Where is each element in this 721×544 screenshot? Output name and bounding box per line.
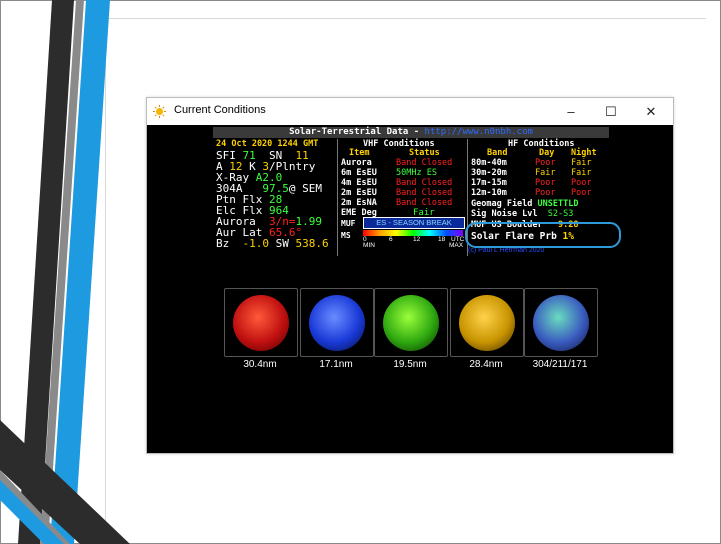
- minimize-button[interactable]: –: [551, 98, 591, 125]
- hf-night: Poor: [571, 188, 592, 198]
- vhf-status: 50MHz ES: [396, 168, 437, 178]
- hf-band: 17m-15m: [471, 178, 507, 188]
- window-title: Current Conditions: [174, 104, 266, 116]
- signoise-row: Sig Noise Lvl S2-S3: [471, 209, 574, 219]
- banner-title: Solar-Terrestrial Data -: [289, 127, 425, 137]
- vhf-item: 2m EsNA: [341, 198, 377, 208]
- hf-day: Fair: [535, 168, 556, 178]
- es-season-indicator: ES - SEASON BREAK: [363, 217, 465, 229]
- close-button[interactable]: ✕: [631, 98, 671, 125]
- sun-label: 28.4nm: [469, 359, 503, 370]
- maximize-button[interactable]: ☐: [591, 98, 631, 125]
- sun-app-icon: [153, 105, 166, 118]
- hf-band: 30m-20m: [471, 168, 507, 178]
- banner-url[interactable]: http://www.n0nbh.com: [425, 127, 533, 137]
- banner-datetime: 24 Oct 2020 1244 GMT: [216, 139, 319, 149]
- sun-image-17-1nm[interactable]: [300, 288, 374, 357]
- sun-label: 17.1nm: [319, 359, 353, 370]
- geomag-highlight-annotation: [465, 222, 621, 248]
- vhf-status: Band Closed: [396, 198, 453, 208]
- bz-row: Bz -1.0 SW 538.6: [216, 237, 329, 250]
- slide-inner-border-top: [106, 18, 706, 19]
- current-conditions-window: Current Conditions – ☐ ✕ Solar-Terrestri…: [146, 97, 674, 454]
- hf-band: 12m-10m: [471, 188, 507, 198]
- slide-decoration: [0, 0, 130, 544]
- geomag-row: Geomag Field UNSETTLD: [471, 199, 579, 209]
- hf-col-day: Day: [539, 148, 555, 158]
- banner-header: Solar-Terrestrial Data - http://www.n0nb…: [213, 127, 609, 138]
- vhf-item: 4m EsEU: [341, 178, 377, 188]
- sun-label: 304/211/171: [532, 359, 588, 370]
- hf-night: Fair: [571, 158, 592, 168]
- vhf-item: 2m EsEU: [341, 188, 377, 198]
- vhf-status: Band Closed: [396, 188, 453, 198]
- title-bar[interactable]: Current Conditions – ☐ ✕: [147, 98, 673, 125]
- hf-col-band: Band: [487, 148, 508, 158]
- window-content: Solar-Terrestrial Data - http://www.n0nb…: [147, 125, 673, 453]
- sun-disk: [459, 295, 515, 351]
- vhf-status: Band Closed: [396, 158, 453, 168]
- hf-night: Fair: [571, 168, 592, 178]
- vhf-item: Aurora: [341, 158, 372, 168]
- sun-disk: [309, 295, 365, 351]
- sun-disk: [233, 295, 289, 351]
- vhf-item: 6m EsEU: [341, 168, 377, 178]
- sun-label: 30.4nm: [243, 359, 277, 370]
- hf-day: Poor: [535, 178, 556, 188]
- sun-image-28-4nm[interactable]: [450, 288, 524, 357]
- sun-image-304-211-171[interactable]: [524, 288, 598, 357]
- sun-label: 19.5nm: [393, 359, 427, 370]
- banner-copyright: (c) Paul L Herrman 2020: [468, 247, 545, 254]
- hf-day: Poor: [535, 188, 556, 198]
- vhf-ms-label: MS: [341, 231, 351, 240]
- sun-disk: [383, 295, 439, 351]
- vhf-muf-label: MUF: [341, 219, 356, 228]
- hf-night: Poor: [571, 178, 592, 188]
- sun-disk: [533, 295, 589, 351]
- sun-image-30-4nm[interactable]: [224, 288, 298, 357]
- hf-day: Poor: [535, 158, 556, 168]
- hf-band: 80m-40m: [471, 158, 507, 168]
- ms-scale-ticks: 0 6 12 18 UTC MIN MAX: [363, 236, 465, 249]
- vhf-col-status: Status: [409, 148, 440, 158]
- sun-image-19-5nm[interactable]: [374, 288, 448, 357]
- hf-col-night: Night: [571, 148, 597, 158]
- vhf-col-item: Item: [349, 148, 370, 158]
- vhf-status: Band Closed: [396, 178, 453, 188]
- column-divider: [337, 139, 338, 256]
